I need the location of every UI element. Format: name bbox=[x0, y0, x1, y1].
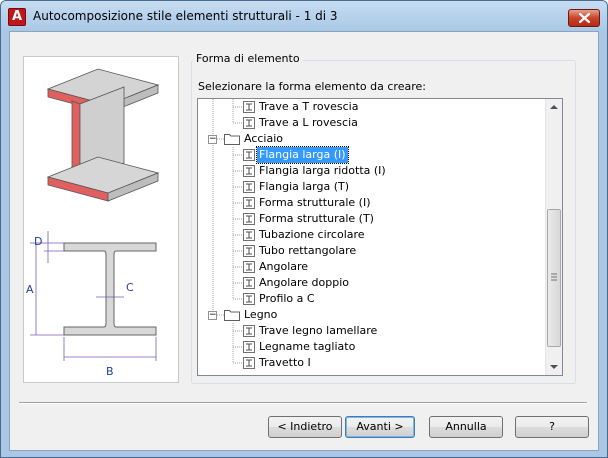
tree-folder-item[interactable]: − Legno bbox=[198, 307, 544, 323]
structural-shape-icon bbox=[243, 117, 255, 129]
tree-item-label: Flangia larga (T) bbox=[259, 180, 350, 193]
dimension-label-b: B bbox=[106, 365, 114, 378]
structural-shape-icon bbox=[243, 165, 255, 177]
structural-shape-icon bbox=[243, 261, 255, 273]
structural-shape-icon bbox=[243, 181, 255, 193]
structural-shape-icon bbox=[243, 149, 255, 161]
back-button[interactable]: < Indietro bbox=[268, 416, 342, 438]
scroll-up-button[interactable] bbox=[546, 99, 562, 116]
tree-leaf-item[interactable]: Forma strutturale (T) bbox=[198, 211, 544, 227]
structural-shape-icon bbox=[243, 213, 255, 225]
tree-item-label: Trave a L rovescia bbox=[259, 116, 358, 129]
tree-item-label: Trave legno lamellare bbox=[259, 324, 378, 337]
tree-leaf-item[interactable]: Trave a T rovescia bbox=[198, 99, 544, 115]
structural-shape-icon bbox=[243, 101, 255, 113]
dialog-client-area: D A C B Forma di elemento Selezionare la… bbox=[9, 31, 599, 451]
scroll-down-button[interactable] bbox=[546, 358, 562, 375]
collapse-icon[interactable]: − bbox=[208, 135, 217, 144]
folder-icon bbox=[224, 134, 240, 145]
close-button[interactable] bbox=[568, 9, 600, 27]
tree-leaf-item[interactable]: Flangia larga ridotta (I) bbox=[198, 163, 544, 179]
tree-item-label: Acciaio bbox=[244, 132, 284, 145]
tree-item-label: Angolare doppio bbox=[259, 276, 350, 289]
scroll-thumb[interactable] bbox=[547, 209, 561, 347]
structural-shape-icon bbox=[243, 293, 255, 305]
tree-item-label: Legno bbox=[244, 308, 278, 321]
structural-shape-icon bbox=[243, 325, 255, 337]
tree-leaf-item[interactable]: Flangia larga (I) bbox=[198, 146, 544, 164]
tree-item-label: Tubo rettangolare bbox=[259, 244, 357, 257]
button-divider bbox=[19, 402, 587, 404]
help-button[interactable]: ? bbox=[515, 416, 589, 438]
scroll-up-arrow-icon bbox=[550, 105, 558, 109]
shape-preview-panel: D A C B bbox=[23, 56, 179, 383]
tree-leaf-item[interactable]: Legname tagliato bbox=[198, 339, 544, 355]
cancel-button[interactable]: Annulla bbox=[429, 416, 503, 438]
dialog-window: A Autocomposizione stile elementi strutt… bbox=[0, 0, 608, 458]
structural-shape-icon bbox=[243, 197, 255, 209]
tree-leaf-item[interactable]: Tubo rettangolare bbox=[198, 243, 544, 259]
structural-shape-icon bbox=[243, 245, 255, 257]
dimension-label-a: A bbox=[26, 283, 34, 296]
close-icon bbox=[579, 13, 590, 23]
tree-folder-item[interactable]: − Acciaio bbox=[198, 131, 544, 147]
wide-flange-section-drawing: D A C B bbox=[26, 231, 157, 378]
scroll-grip-icon bbox=[551, 273, 557, 281]
tree-item-label: Flangia larga ridotta (I) bbox=[259, 164, 386, 177]
tree-leaf-item[interactable]: Profilo a C bbox=[198, 291, 544, 307]
tree-vertical-scrollbar[interactable] bbox=[545, 99, 562, 375]
tree-item-label: Legname tagliato bbox=[259, 340, 356, 353]
tree-leaf-item[interactable]: Trave legno lamellare bbox=[198, 323, 544, 339]
next-button[interactable]: Avanti > bbox=[345, 416, 415, 438]
tree-leaf-item[interactable]: Flangia larga (T) bbox=[198, 179, 544, 195]
dimension-label-c: C bbox=[126, 281, 134, 294]
tree-item-label: Forma strutturale (I) bbox=[259, 196, 371, 209]
tree-leaf-item[interactable]: Angolare doppio bbox=[198, 275, 544, 291]
dimension-label-d: D bbox=[34, 235, 42, 248]
tree-leaf-item[interactable]: Angolare bbox=[198, 259, 544, 275]
shape-tree-view[interactable]: Trave a T rovescia Trave a L rovescia − Acc… bbox=[197, 98, 563, 376]
window-title: Autocomposizione stile elementi struttur… bbox=[33, 9, 338, 23]
shape-groupbox-legend: Forma di elemento bbox=[193, 52, 303, 65]
tree-item-label: Profilo a C bbox=[259, 292, 315, 305]
structural-shape-icon bbox=[243, 277, 255, 289]
shape-prompt-label: Selezionare la forma elemento da creare: bbox=[198, 80, 426, 93]
tree-item-label: Trave a T rovescia bbox=[259, 100, 359, 113]
tree-leaf-item[interactable]: Travetto I bbox=[198, 355, 544, 371]
collapse-icon[interactable]: − bbox=[208, 311, 217, 320]
structural-shape-icon bbox=[243, 357, 255, 369]
title-bar[interactable]: A Autocomposizione stile elementi strutt… bbox=[1, 1, 607, 31]
tree-leaf-item[interactable]: Trave a L rovescia bbox=[198, 115, 544, 131]
folder-icon bbox=[224, 310, 240, 321]
wide-flange-3d-illustration bbox=[46, 68, 160, 202]
structural-shape-icon bbox=[243, 341, 255, 353]
tree-item-label: Flangia larga (I) bbox=[256, 146, 349, 164]
autocad-app-icon[interactable]: A bbox=[8, 8, 26, 26]
tree-item-label: Tubazione circolare bbox=[259, 228, 365, 241]
tree-item-label: Travetto I bbox=[259, 356, 311, 369]
scroll-down-arrow-icon bbox=[550, 365, 558, 369]
tree-leaf-item[interactable]: Forma strutturale (I) bbox=[198, 195, 544, 211]
tree-leaf-item[interactable]: Tubazione circolare bbox=[198, 227, 544, 243]
tree-item-label: Angolare bbox=[259, 260, 309, 273]
tree-item-label: Forma strutturale (T) bbox=[259, 212, 374, 225]
structural-shape-icon bbox=[243, 229, 255, 241]
